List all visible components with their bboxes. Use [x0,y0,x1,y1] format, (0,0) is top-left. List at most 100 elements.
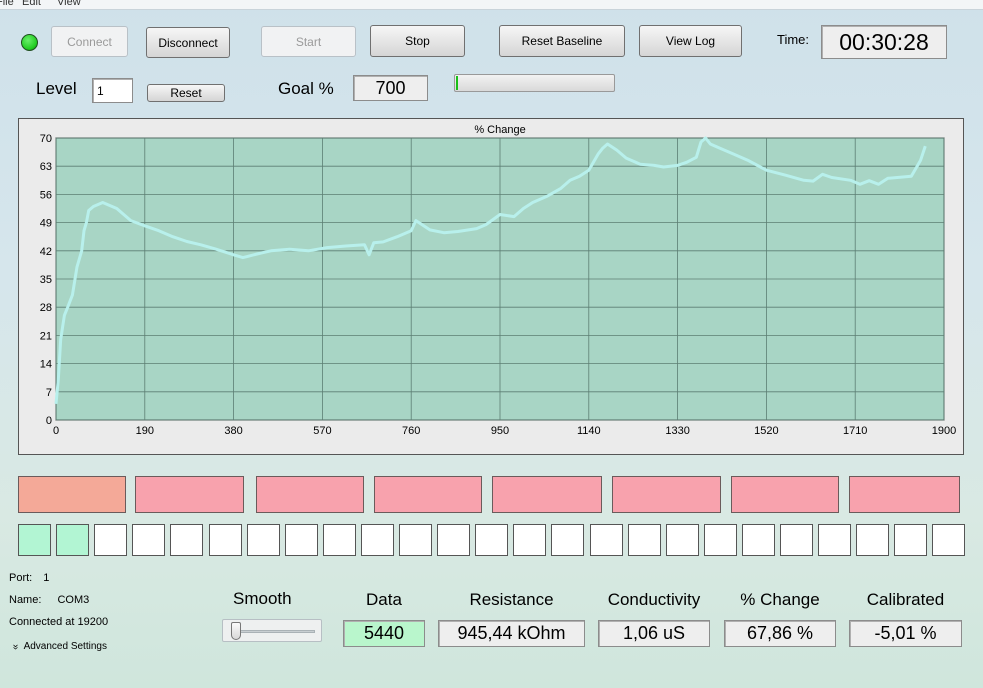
readout-value: 1,06 uS [598,620,710,647]
x-tick-label: 1520 [754,425,778,437]
status-block [256,476,364,513]
x-tick-label: 0 [53,425,59,437]
smooth-slider-thumb[interactable] [231,622,241,640]
indicator-square [475,524,509,556]
connection-status-icon [21,34,38,51]
view-log-button[interactable]: View Log [639,25,742,57]
reset-baseline-button[interactable]: Reset Baseline [499,25,625,57]
indicator-square [132,524,166,556]
indicator-square [665,524,699,556]
y-tick-label: 49 [40,218,52,230]
x-tick-label: 1330 [665,425,689,437]
port-value: 1 [43,572,50,584]
menu-view[interactable]: View [57,0,81,8]
readout-label: Data [366,590,402,609]
smooth-slider-groove [233,630,315,633]
name-info: Name: COM3 [9,594,89,606]
indicator-square [284,524,318,556]
y-tick-label: 0 [46,415,52,427]
chart-title: % Change [474,124,525,136]
y-tick-label: 63 [40,161,52,173]
status-block [612,476,721,513]
readout-value: 67,86 % [724,620,836,647]
indicator-square [589,524,623,556]
indicator-square [56,524,90,556]
indicator-square [894,524,928,556]
readout-label: Conductivity [607,590,701,609]
x-tick-label: 1900 [932,425,956,437]
x-tick-label: 380 [224,425,242,437]
chart-svg: 0 190 380 570 760 950 1140 1330 1520 1710 1900 0 7 14… [40,124,956,437]
x-tick-label: 570 [313,425,331,437]
goal-label: Goal % [278,79,334,98]
start-button[interactable]: Start [261,26,356,57]
indicator-square [856,524,890,556]
smooth-label: Smooth [233,589,292,608]
indicator-square [18,524,51,556]
readout-value: 945,44 kOhm [438,620,585,647]
status-block [18,476,126,513]
readout-value: 5440 [343,620,425,647]
time-label: Time: [777,32,810,47]
menu-edit[interactable]: Edit [22,0,41,8]
readout-label: Calibrated [866,590,945,609]
y-tick-label: 14 [40,359,52,371]
indicator-square [818,524,852,556]
name-value: COM3 [57,594,90,606]
menu-bar: File Edit View [0,0,983,10]
goal-progress-bar [454,74,615,92]
indicator-square [703,524,737,556]
disconnect-button[interactable]: Disconnect [146,27,230,58]
indicator-square [399,524,432,556]
indicator-square [513,524,547,556]
x-tick-label: 950 [491,425,509,437]
smooth-slider[interactable] [222,619,322,642]
readout-value: -5,01 % [849,620,962,647]
status-block [374,476,482,513]
x-tick-label: 1140 [577,425,601,437]
indicator-square [322,524,356,556]
indicator-square [208,524,242,556]
goal-value: 700 [353,75,428,101]
level-input[interactable]: 1 [92,78,133,103]
level-reset-button[interactable]: Reset [147,84,225,102]
percent-change-chart: 0 190 380 570 760 950 1140 1330 1520 1710 1900 0 7 14… [18,118,964,455]
connected-status: Connected at 19200 [9,616,109,628]
indicator-square [551,524,585,556]
stop-button[interactable]: Stop [370,25,465,57]
x-tick-label: 190 [136,425,154,437]
advanced-settings-toggle[interactable]: » Advanced Settings [9,641,107,652]
y-tick-label: 70 [40,133,52,145]
readout-label: Resistance [469,590,554,609]
level-label: Level [36,79,77,98]
indicator-square [170,524,204,556]
connect-button[interactable]: Connect [51,26,128,57]
y-tick-label: 35 [40,274,52,286]
readout-label: % Change [740,590,820,609]
y-tick-label: 42 [40,246,52,258]
status-block [492,476,602,513]
name-label: Name: [9,594,42,606]
x-tick-label: 1710 [843,425,867,437]
port-label: Port: [9,572,33,584]
indicator-square [780,524,813,556]
indicator-square [627,524,661,556]
double-chevron-down-icon: » [9,643,21,650]
port-info: Port: 1 [9,572,49,584]
y-tick-label: 56 [40,189,52,201]
indicator-square [741,524,775,556]
menu-file[interactable]: File [0,0,14,8]
time-display: 00:30:28 [821,25,947,59]
x-tick-label: 760 [402,425,420,437]
y-tick-label: 7 [46,387,52,399]
indicator-square [246,524,280,556]
status-block [135,476,244,513]
advanced-settings-label: Advanced Settings [23,641,107,652]
y-tick-label: 21 [40,330,52,342]
indicator-square [94,524,128,556]
goal-progress-fill [456,76,458,90]
indicator-square [437,524,471,556]
indicator-square [360,524,394,556]
status-block [731,476,839,513]
indicator-square [932,524,966,556]
